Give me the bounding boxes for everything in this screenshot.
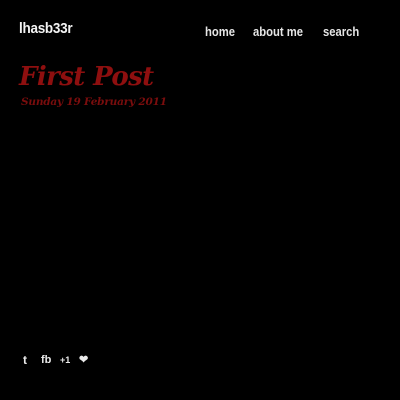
social-links: t fb +1 ❤ [0,352,400,368]
plus-one-icon[interactable]: +1 [60,352,70,368]
facebook-icon[interactable]: fb [41,352,51,368]
tumblr-icon[interactable]: t [23,352,27,368]
heart-icon[interactable]: ❤ [79,352,88,368]
post-date: Sunday 19 February 2011 [21,96,167,108]
main-nav: home about me search [0,24,400,40]
nav-link-about-me[interactable]: about me [253,24,303,40]
nav-link-home[interactable]: home [205,24,235,40]
post-title[interactable]: First Post [19,60,154,94]
nav-link-search[interactable]: search [323,24,359,40]
